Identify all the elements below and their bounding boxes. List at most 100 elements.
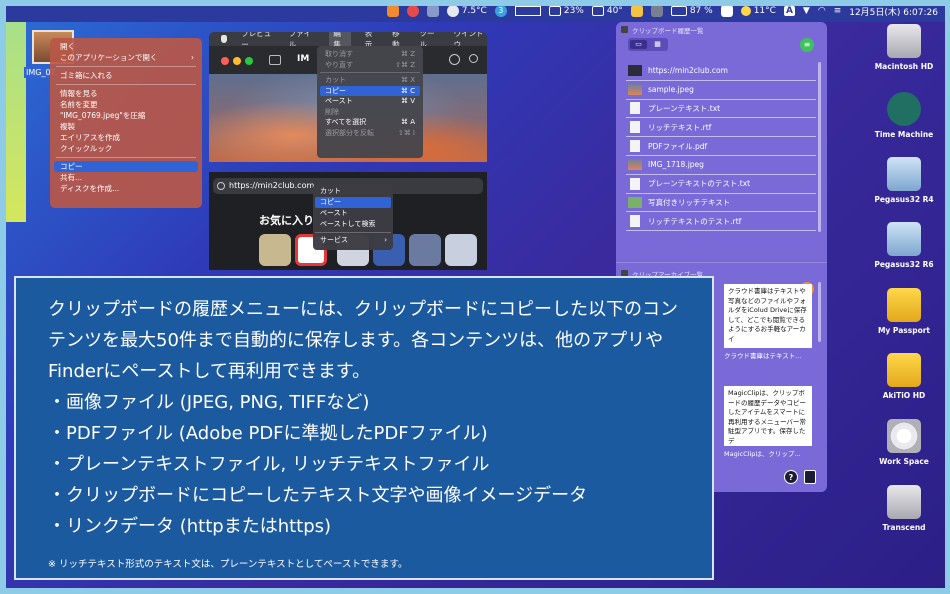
- calendar-menu-extra[interactable]: [720, 5, 733, 17]
- edit-menu-item: やり直す ⇧⌘ Z: [320, 60, 420, 71]
- favorite-tile-apps-3[interactable]: [409, 234, 441, 266]
- notes-menu-extra[interactable]: [630, 5, 643, 17]
- control-center[interactable]: ≡: [834, 6, 842, 16]
- archive-card-text: クラウド書庫はテキストや写真などのファイルやフォルダをiColud Driveに…: [728, 287, 807, 343]
- desktop-volume[interactable]: Pegasus32 R4: [869, 157, 939, 204]
- menu-item-label: カット: [320, 187, 341, 195]
- context-menu-item[interactable]: このアプリケーションで開く ›: [54, 52, 198, 63]
- search-icon[interactable]: [469, 54, 478, 63]
- clipboard-history-item[interactable]: リッチテキスト.rtf: [626, 118, 816, 138]
- desktop-volume[interactable]: AkiTiO HD: [869, 353, 939, 400]
- menu-separator: [56, 66, 196, 67]
- sidebar-toggle-icon[interactable]: [269, 55, 281, 65]
- clipboard-item-label: PDFファイル.pdf: [648, 141, 708, 151]
- history-menu-button[interactable]: ≡: [800, 38, 814, 52]
- archive-card-caption: クラウド書庫はテキスト...: [724, 352, 802, 360]
- context-menu-item[interactable]: 開く: [54, 41, 198, 52]
- description-paragraph: クリップボードの履歴メニューには、クリップボードにコピーした以下のコンテンツを最…: [48, 299, 678, 382]
- safari-menu-item[interactable]: カット: [315, 186, 391, 197]
- context-menu-item[interactable]: ゴミ箱に入れる: [54, 70, 198, 81]
- zoom-window-button[interactable]: [245, 57, 253, 65]
- archive-scrollbar[interactable]: [818, 282, 821, 342]
- history-scrollbar[interactable]: [818, 62, 821, 232]
- clipboard-history-item[interactable]: プレーンテキストのテスト.txt: [626, 175, 816, 194]
- menu-item-label: "IMG_0769.jpeg"を圧縮: [60, 111, 146, 120]
- feature-bullet: ・画像ファイル (JPEG, PNG, TIFFなど): [48, 392, 370, 413]
- context-menu-item[interactable]: ディスクを作成...: [54, 183, 198, 194]
- weather-temperature[interactable]: 7.5°C: [446, 5, 487, 17]
- grid-view-icon[interactable]: ▦: [649, 40, 666, 49]
- rich-text-photo-icon: [628, 196, 642, 208]
- wifi-status[interactable]: ◠: [818, 6, 826, 16]
- edit-menu-item[interactable]: すべてを選択 ⌘ A: [320, 117, 420, 128]
- clipboard-history-item[interactable]: sample.jpeg: [626, 81, 816, 100]
- battery-status[interactable]: 87 %: [670, 6, 713, 16]
- cpu-usage[interactable]: 23%: [548, 6, 584, 16]
- cpu-temperature[interactable]: 40°: [591, 6, 623, 16]
- help-button[interactable]: ?: [784, 470, 798, 484]
- finder-context-menu: 開く このアプリケーションで開く › ゴミ箱に入れる 情報を見る 名前を変更 "IMG_07…: [50, 38, 202, 208]
- menu-item-label: 共有...: [60, 173, 83, 182]
- clock[interactable]: 12月5日(木) 6:07:26: [849, 5, 938, 18]
- clipboard-history-item[interactable]: https://min2club.com: [626, 62, 816, 81]
- input-source[interactable]: A: [783, 6, 795, 16]
- edit-menu-item[interactable]: ペースト ⌘ V: [320, 96, 420, 107]
- context-menu-item[interactable]: エイリアスを作成: [54, 132, 198, 143]
- safari-menu-item[interactable]: ペースト: [315, 208, 391, 219]
- menu-item-shortcut: ⌘ Z: [400, 50, 415, 58]
- history-view-toggle[interactable]: ▭ ▦: [628, 38, 668, 51]
- apple-menu-icon[interactable]: [221, 35, 228, 43]
- badge-menu-extra[interactable]: 3: [494, 5, 507, 17]
- clipboard-item-label: IMG_1718.jpeg: [648, 160, 704, 170]
- clipboard-history-item[interactable]: PDFファイル.pdf: [626, 137, 816, 156]
- calendar-icon: [720, 5, 733, 17]
- volume-label: AkiTiO HD: [882, 391, 926, 400]
- context-menu-item[interactable]: "IMG_0769.jpeg"を圧縮: [54, 110, 198, 121]
- context-menu-item[interactable]: 名前を変更: [54, 99, 198, 110]
- list-view-icon[interactable]: ▭: [630, 40, 647, 49]
- favorite-tile-apps-4[interactable]: [445, 234, 477, 266]
- volume-label: Time Machine: [874, 130, 934, 139]
- close-window-button[interactable]: [221, 57, 229, 65]
- dropdown-menu-extra[interactable]: ▼: [803, 6, 810, 16]
- archive-card[interactable]: クラウド書庫はテキストや写真などのファイルやフォルダをiColud Driveに…: [724, 284, 812, 348]
- volume-label: Pegasus32 R4: [874, 195, 934, 204]
- context-menu-item[interactable]: 複製: [54, 121, 198, 132]
- menu-item-label: このアプリケーションで開く: [60, 53, 158, 62]
- link-menu-extra[interactable]: [406, 5, 419, 17]
- clipboard-history-item[interactable]: リッチテキストのテスト.rtf: [626, 212, 816, 232]
- menu-item-label: ディスクを作成...: [60, 184, 120, 193]
- safari-menu-item[interactable]: サービス ›: [315, 235, 391, 246]
- cpu-graph[interactable]: [514, 6, 541, 16]
- desktop-volume[interactable]: Time Machine: [869, 92, 939, 139]
- context-menu-item[interactable]: コピー: [54, 161, 198, 172]
- info-icon[interactable]: [449, 54, 460, 65]
- context-menu-item[interactable]: 共有...: [54, 172, 198, 183]
- desktop-volume[interactable]: Work Space: [869, 419, 939, 466]
- document-icon: [630, 177, 640, 190]
- app-menu-extra[interactable]: [650, 5, 663, 17]
- menu-item-label: サービス: [320, 236, 348, 244]
- clipboard-history-item[interactable]: 写真付きリッチテキスト: [626, 194, 816, 213]
- edit-menu-item[interactable]: コピー ⌘ C: [320, 85, 420, 96]
- safari-menu-item[interactable]: コピー: [315, 197, 391, 208]
- tool-menu-extra[interactable]: [426, 5, 439, 17]
- context-menu-item[interactable]: クイックルック: [54, 143, 198, 154]
- clipboard-history-item[interactable]: IMG_1718.jpeg: [626, 156, 816, 175]
- desktop-volume[interactable]: Transcend: [869, 485, 939, 532]
- minimize-window-button[interactable]: [233, 57, 241, 65]
- microphone-status[interactable]: [386, 5, 399, 17]
- desktop-volume[interactable]: Pegasus32 R6: [869, 222, 939, 269]
- desktop-volume[interactable]: My Passport: [869, 288, 939, 335]
- sidebar-panel-icon[interactable]: [804, 470, 816, 484]
- clipboard-history-item[interactable]: プレーンテキスト.txt: [626, 100, 816, 119]
- favorite-tile-character[interactable]: [259, 234, 291, 266]
- clipboard-icon: [621, 26, 628, 33]
- context-menu-item[interactable]: 情報を見る: [54, 88, 198, 99]
- weather-menu-extra[interactable]: 11°C: [740, 6, 776, 16]
- desktop-volume[interactable]: Macintosh HD: [869, 24, 939, 71]
- tool-icon: [426, 5, 439, 17]
- archive-card[interactable]: MagicClipは、クリップボードの履歴データやコピーしたアイテムをスマートに…: [724, 386, 812, 446]
- volume-label: Transcend: [882, 523, 926, 532]
- safari-menu-item[interactable]: ペーストして検索: [315, 219, 391, 230]
